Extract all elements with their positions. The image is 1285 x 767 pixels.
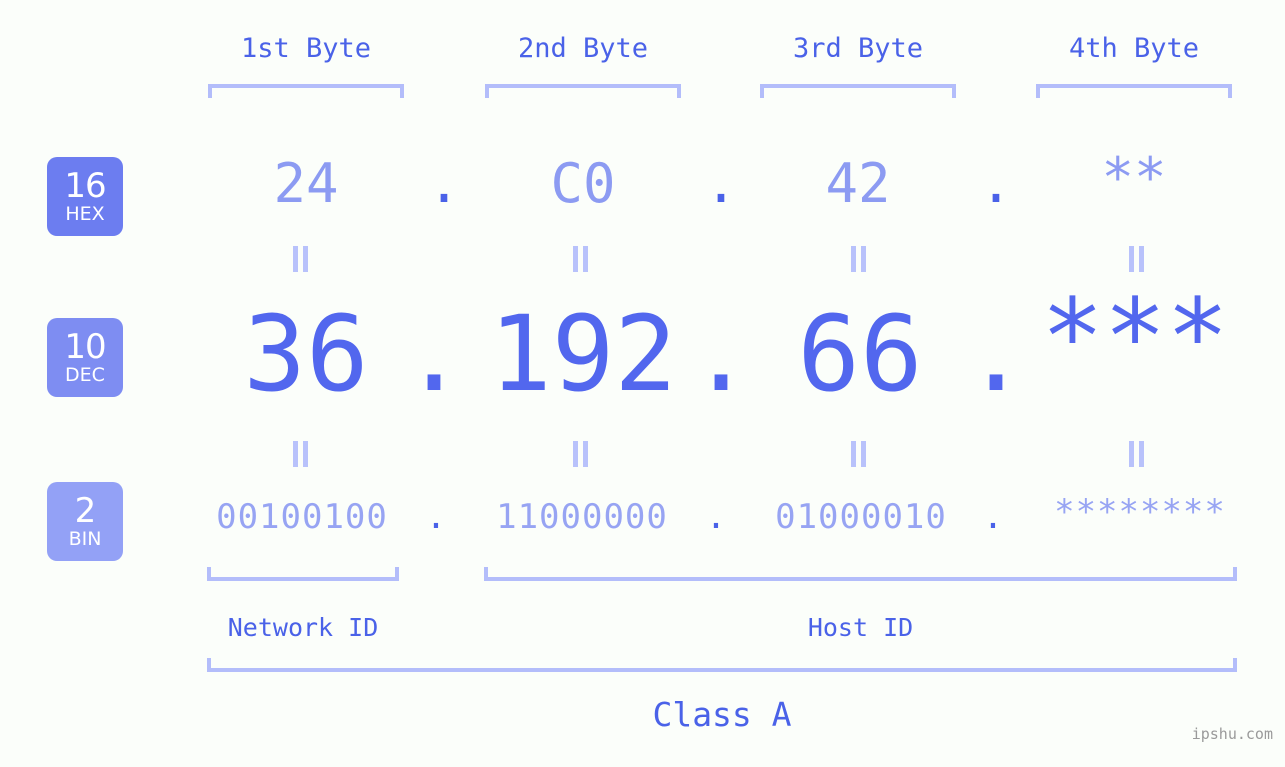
class-label: Class A	[652, 695, 792, 734]
dec-separator-1: .	[402, 293, 466, 415]
bin-separator-3: .	[982, 497, 1004, 537]
byte-bracket-3	[760, 84, 956, 98]
host-id-label: Host ID	[807, 613, 914, 642]
equals-marker-hex-dec-2	[573, 246, 589, 272]
base-badge-dec-number: 10	[64, 327, 106, 367]
bin-separator-2: .	[705, 497, 727, 537]
byte-header-4: 4th Byte	[1068, 33, 1200, 64]
base-badge-hex-number: 16	[64, 166, 106, 206]
hex-byte-1: 24	[273, 152, 339, 215]
byte-bracket-2	[485, 84, 681, 98]
equals-marker-dec-bin-4	[1129, 441, 1145, 467]
base-badge-dec-abbr: DEC	[65, 364, 105, 386]
byte-header-1: 1st Byte	[240, 33, 372, 64]
site-watermark: ipshu.com	[1191, 725, 1273, 743]
byte-bracket-1	[208, 84, 404, 98]
hex-separator-2: .	[704, 152, 738, 215]
equals-marker-dec-bin-1	[293, 441, 309, 467]
byte-header-3: 3rd Byte	[792, 33, 924, 64]
equals-marker-dec-bin-2	[573, 441, 589, 467]
base-badge-dec: 10 DEC	[47, 318, 123, 397]
base-badge-bin-abbr: BIN	[68, 528, 102, 550]
dec-byte-4: ***	[1041, 276, 1229, 398]
bin-byte-2: 11000000	[496, 497, 668, 537]
hex-separator-3: .	[979, 152, 1013, 215]
base-badge-bin: 2 BIN	[47, 482, 123, 561]
bin-byte-1: 00100100	[216, 497, 388, 537]
hex-byte-4: **	[1101, 146, 1167, 209]
byte-header-2: 2nd Byte	[517, 33, 649, 64]
dec-byte-2: 192	[489, 293, 677, 415]
equals-marker-dec-bin-3	[851, 441, 867, 467]
equals-marker-hex-dec-3	[851, 246, 867, 272]
bin-byte-3: 01000010	[775, 497, 947, 537]
equals-marker-hex-dec-4	[1129, 246, 1145, 272]
class-bracket	[207, 658, 1237, 672]
dec-byte-1: 36	[243, 293, 369, 415]
byte-bracket-4	[1036, 84, 1232, 98]
network-id-label: Network ID	[227, 613, 379, 642]
bin-byte-4: ********	[1054, 492, 1226, 532]
dec-separator-2: .	[689, 293, 753, 415]
equals-marker-hex-dec-1	[293, 246, 309, 272]
bin-separator-1: .	[425, 497, 447, 537]
hex-separator-1: .	[427, 152, 461, 215]
dec-byte-3: 66	[797, 293, 923, 415]
hex-byte-3: 42	[825, 152, 891, 215]
hex-byte-2: C0	[550, 152, 616, 215]
host-id-bracket	[484, 567, 1237, 581]
base-badge-bin-number: 2	[74, 491, 97, 531]
ip-breakdown-diagram: 1st Byte 2nd Byte 3rd Byte 4th Byte 16 H…	[0, 0, 1285, 767]
dec-separator-3: .	[964, 293, 1028, 415]
network-id-bracket	[207, 567, 399, 581]
base-badge-hex: 16 HEX	[47, 157, 123, 236]
base-badge-hex-abbr: HEX	[65, 203, 105, 225]
